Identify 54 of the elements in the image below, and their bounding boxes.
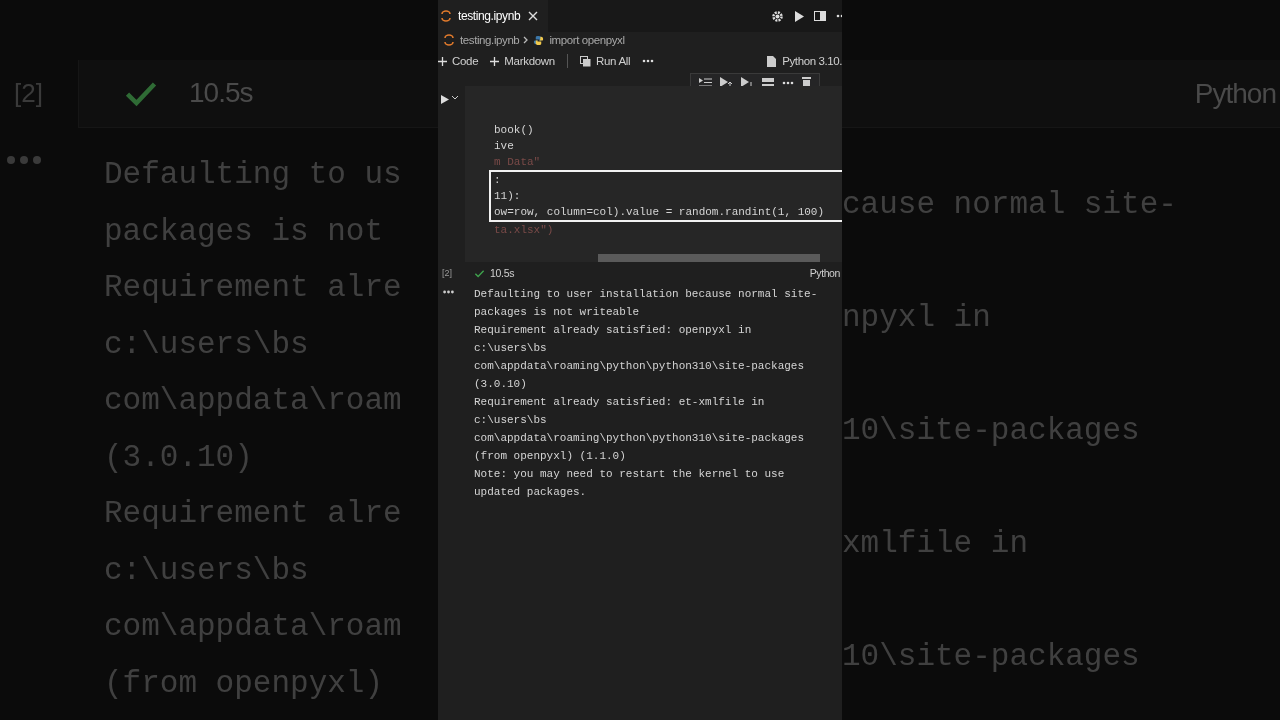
plus-icon	[438, 56, 447, 66]
notebook-icon	[440, 10, 452, 22]
more-icon[interactable]	[642, 59, 655, 63]
code-line: book()	[493, 123, 535, 138]
add-cell-button[interactable]: Code	[438, 55, 479, 67]
file-icon	[767, 55, 777, 67]
language-label: Python	[1194, 77, 1277, 110]
output-line: packages is not writeable	[474, 305, 641, 320]
chevron-down-icon[interactable]	[451, 95, 459, 101]
breadcrumb-item[interactable]: import openpyxl	[549, 34, 625, 46]
chevron-right-icon	[523, 36, 530, 44]
tab-title: testing.ipynb	[458, 9, 521, 23]
more-icon[interactable]	[443, 290, 454, 294]
output-line: Defaulting to user installation because normal site-	[474, 287, 818, 302]
more-icon[interactable]	[782, 80, 794, 85]
output-line: com\appdata\roaming\python\python310\site-packages	[474, 359, 806, 374]
language-label[interactable]: Python	[809, 267, 842, 279]
output-line: Requirement already satisfied: openpyxl in	[474, 323, 753, 338]
output-line: c:\users\bs	[474, 341, 548, 356]
code-line: m Data"	[493, 155, 542, 170]
code-editor[interactable]: book() ive m Data" : 11): ow=row, column=col).value = random.randint(1, 100) ta.xlsx")	[465, 86, 842, 262]
highlighted-code-line: ow=row, column=col).value = random.randint(1, 100)	[489, 204, 842, 222]
duration-text: 10.5s	[189, 77, 253, 109]
run-all-button[interactable]: Run All	[579, 55, 631, 67]
notebook-icon	[443, 34, 455, 46]
run-cell-icon[interactable]	[441, 95, 449, 104]
scrollbar[interactable]	[598, 254, 820, 262]
more-icon[interactable]	[836, 14, 842, 18]
output-line: Note: you may need to restart the kernel to use	[474, 467, 786, 482]
breadcrumb-item[interactable]: testing.ipynb	[460, 34, 520, 46]
output-line: updated packages.	[474, 485, 588, 500]
add-cell-button[interactable]: Markdown	[490, 55, 555, 67]
output-line: c:\users\bs	[474, 413, 548, 428]
python-icon	[533, 34, 545, 46]
run-above-icon[interactable]	[720, 77, 733, 88]
split-editor-icon[interactable]	[814, 11, 826, 21]
run-by-line-icon[interactable]	[699, 78, 712, 87]
output-line: com\appdata\roaming\python\python310\site-packages	[474, 431, 806, 446]
code-line: ta.xlsx")	[493, 223, 555, 238]
plus-icon	[490, 56, 500, 66]
highlighted-code-line: :	[489, 170, 842, 188]
execution-count: [2]	[441, 268, 453, 278]
play-icon[interactable]	[794, 10, 804, 22]
more-icon	[6, 155, 42, 165]
output-line: (3.0.10)	[474, 377, 528, 392]
kernel-picker[interactable]: Python 3.10.	[767, 55, 842, 67]
run-all-icon	[579, 55, 591, 67]
duration-text: 10.5s	[490, 267, 516, 279]
output-line: Requirement already satisfied: et-xmlfile in	[474, 395, 766, 410]
file-tab[interactable]: testing.ipynb	[438, 0, 549, 32]
output-line: (from openpyxl) (1.1.0)	[474, 449, 627, 464]
code-line: ive	[493, 139, 515, 154]
run-below-icon[interactable]	[741, 77, 754, 88]
settings-icon[interactable]	[771, 9, 784, 23]
